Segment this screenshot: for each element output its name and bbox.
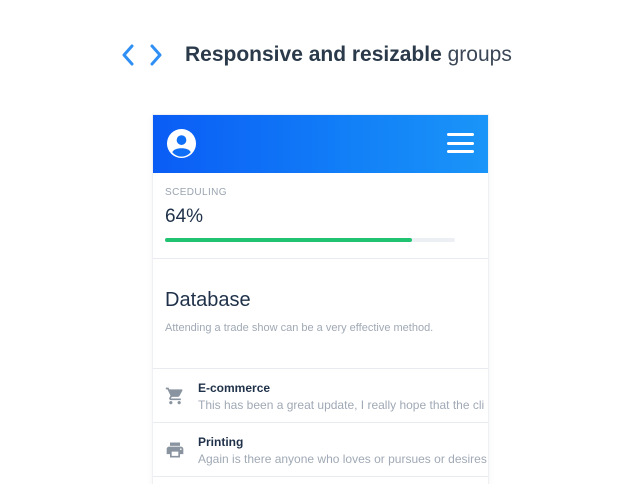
page-title-rest: groups [447,43,512,66]
account-circle-icon [166,128,197,159]
list-item-title: Printing [198,435,244,449]
list-item-subtitle: This has been a great update, I really h… [198,398,485,412]
prev-button[interactable] [118,42,138,68]
shopping-cart-icon [165,387,183,405]
database-description: Attending a trade show can be a very eff… [165,322,434,334]
progress-fill [165,238,412,242]
progress-value: 64% [165,206,204,227]
page-title: Responsive and resizable groups [185,41,512,69]
list-item-printing[interactable]: Printing Again is there anyone who loves… [153,423,488,477]
next-button[interactable] [146,42,166,68]
mobile-card: SCEDULING 64% Database Attending a trade… [153,115,488,484]
avatar-button[interactable] [166,128,197,159]
list-item-ecommerce[interactable]: E-commerce This has been a great update,… [153,369,488,423]
progress-bar [165,238,455,242]
chevron-right-icon [150,44,162,66]
app-topbar [153,115,488,173]
list-item-subtitle: Again is there anyone who loves or pursu… [198,452,487,466]
database-title: Database [165,289,251,311]
menu-bar [447,141,474,145]
progress-label: SCEDULING [165,187,227,198]
printer-icon [166,442,184,458]
nav-arrows [118,42,166,68]
chevron-left-icon [122,44,134,66]
database-card: Database Attending a trade show can be a… [153,259,488,369]
hamburger-menu-icon[interactable] [447,133,474,155]
menu-bar [447,150,474,153]
list-item-title: E-commerce [198,381,271,395]
page-title-bold: Responsive and resizable [185,43,442,66]
header: Responsive and resizable groups [0,0,640,110]
scheduling-progress: SCEDULING 64% [153,173,488,259]
menu-bar [447,133,474,136]
